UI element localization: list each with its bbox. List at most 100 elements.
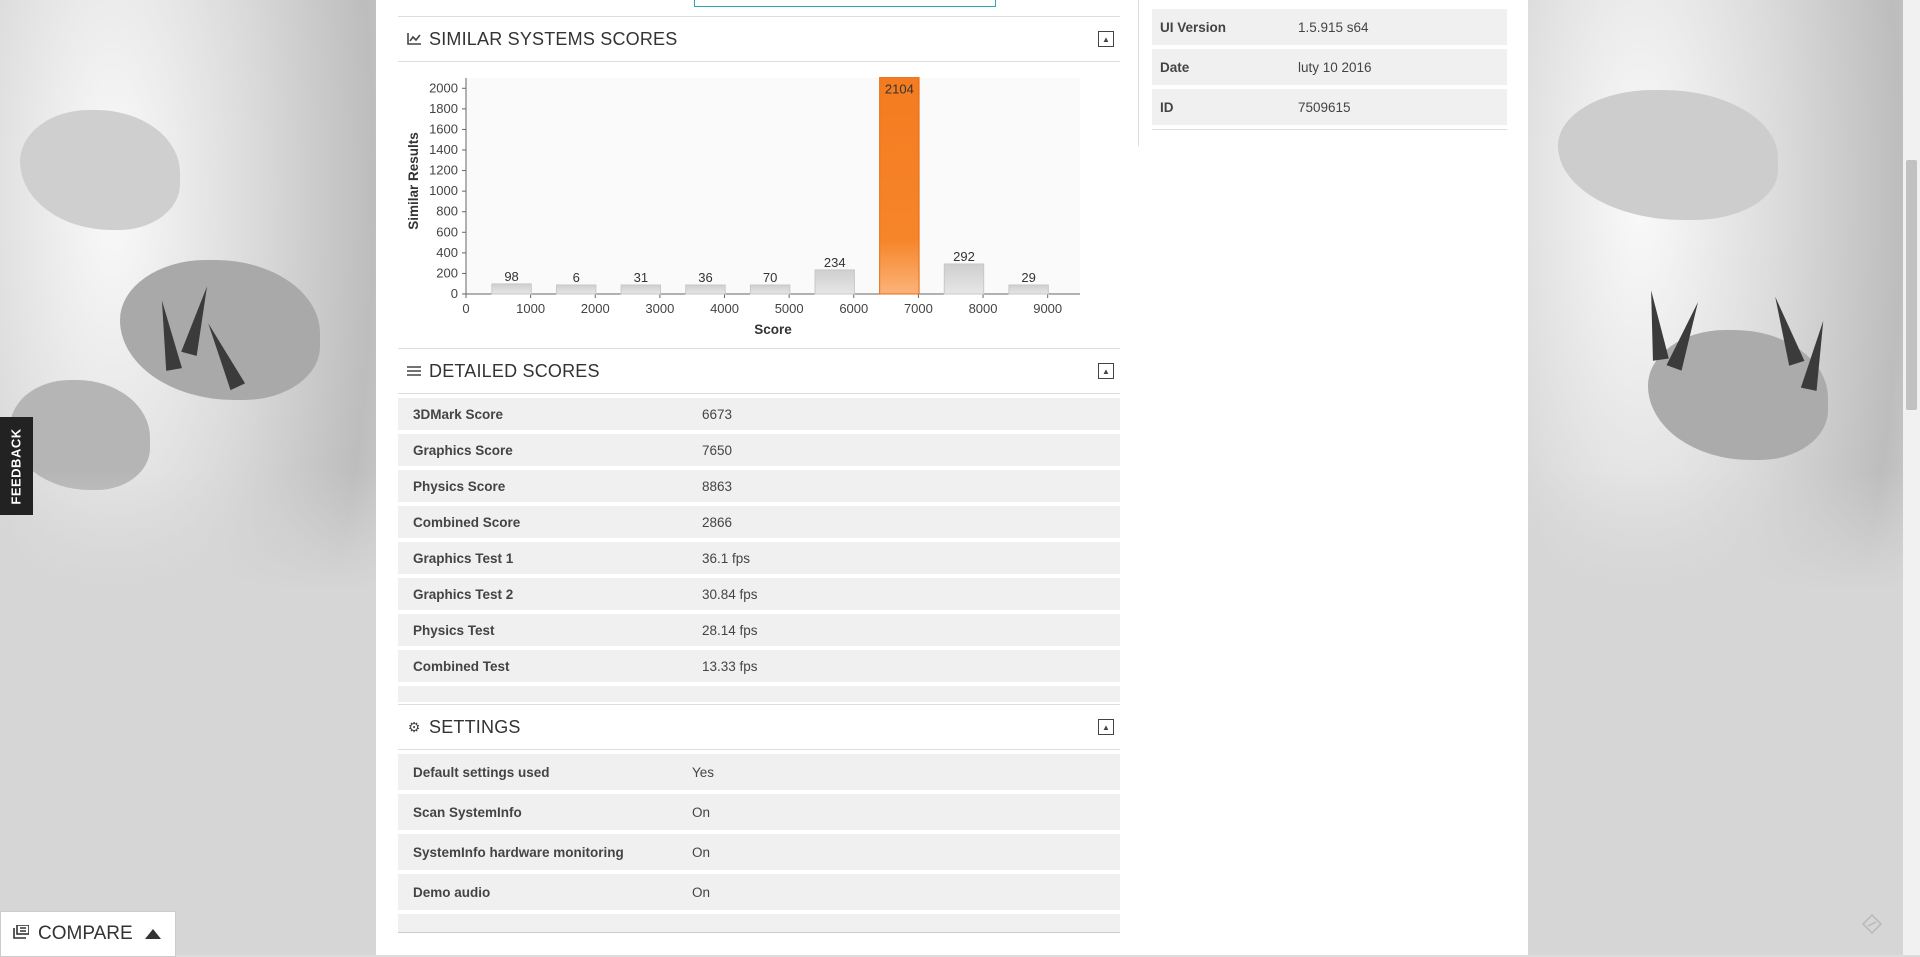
score-label: Graphics Test 1: [413, 550, 514, 566]
score-row: Graphics Score 7650: [398, 434, 1120, 466]
bar: [749, 284, 791, 295]
bar: [620, 284, 662, 295]
x-tick-label: 8000: [969, 301, 998, 316]
search-field-edge[interactable]: [694, 0, 996, 7]
plot-background: [466, 78, 1080, 294]
side-info-label: ID: [1160, 99, 1174, 115]
side-info-row: UI Version 1.5.915 s64: [1152, 9, 1507, 45]
panel-title: DETAILED SCORES: [429, 360, 600, 381]
bar-value-label: 29: [1021, 270, 1035, 285]
bar-highlight: [879, 77, 920, 295]
panel-title: SETTINGS: [429, 716, 521, 737]
x-tick-label: 5000: [775, 301, 804, 316]
bar-value-label: 2104: [885, 82, 914, 97]
x-tick-label: 2000: [581, 301, 610, 316]
bar: [1008, 284, 1049, 295]
compare-button[interactable]: COMPARE: [0, 911, 176, 957]
y-tick-label: 400: [436, 245, 458, 260]
x-tick-label: 0: [462, 301, 469, 316]
bar-value-label: 31: [634, 270, 648, 285]
gear-icon: ⚙: [407, 718, 421, 735]
bar-value-label: 6: [573, 270, 580, 285]
collapse-button[interactable]: ▲: [1098, 719, 1114, 735]
side-info-label: Date: [1160, 59, 1190, 75]
score-label: Combined Score: [413, 514, 521, 530]
side-info-value: 1.5.915 s64: [1298, 19, 1369, 35]
compare-label: COMPARE: [38, 923, 133, 944]
setting-label: Scan SystemInfo: [413, 804, 522, 820]
y-tick-label: 1000: [429, 183, 458, 198]
setting-label: Demo audio: [413, 884, 491, 900]
score-value: 28.14 fps: [702, 622, 758, 638]
bar-value-label: 70: [763, 270, 777, 285]
scrollbar[interactable]: [1903, 0, 1920, 955]
settings-list: Default settings used Yes Scan SystemInfo…: [398, 754, 1120, 933]
chart-svg: 0 200 400 600 800 1000 1200 1400 1600 1800 2000 0 10…: [406, 77, 1080, 337]
column-divider: [1138, 0, 1139, 146]
side-info-row: Date luty 10 2016: [1152, 49, 1507, 85]
setting-label: Default settings used: [413, 764, 550, 780]
score-row: Combined Score 2866: [398, 506, 1120, 538]
score-value: 7650: [702, 442, 733, 458]
y-tick-label: 1800: [429, 101, 458, 116]
collapse-button[interactable]: ▲: [1098, 363, 1114, 379]
side-info-label: UI Version: [1160, 19, 1227, 35]
x-axis-label: Score: [754, 322, 792, 337]
y-tick-label: 2000: [429, 80, 458, 95]
feedback-label: FEEDBACK: [9, 427, 25, 505]
setting-value: Yes: [692, 764, 715, 780]
scrollbar-thumb[interactable]: [1906, 160, 1917, 410]
score-row: Combined Test 13.33 fps: [398, 650, 1120, 682]
y-axis-label: Similar Results: [406, 132, 421, 230]
score-value: 13.33 fps: [702, 658, 758, 674]
score-value: 2866: [702, 514, 733, 530]
score-row: Graphics Test 1 36.1 fps: [398, 542, 1120, 574]
settings-spacer: [398, 914, 1120, 933]
panel-header: DETAILED SCORES ▲: [398, 348, 1120, 394]
similar-scores-chart: 0 200 400 600 800 1000 1200 1400 1600 1800 2000 0 10…: [398, 72, 1120, 342]
panel-title: SIMILAR SYSTEMS SCORES: [429, 28, 678, 49]
score-value: 8863: [702, 478, 733, 494]
line-chart-icon: [406, 31, 422, 47]
setting-value: On: [692, 804, 711, 820]
y-tick-label: 1400: [429, 142, 458, 157]
collapse-button[interactable]: ▲: [1098, 31, 1114, 47]
bar-value-label: 98: [504, 269, 518, 284]
x-tick-label: 4000: [710, 301, 739, 316]
setting-row: SystemInfo hardware monitoring On: [398, 834, 1120, 870]
score-label: Physics Score: [413, 478, 506, 494]
x-tick-label: 1000: [516, 301, 545, 316]
setting-row: Default settings used Yes: [398, 754, 1120, 790]
bar-value-label: 234: [824, 255, 846, 270]
setting-label: SystemInfo hardware monitoring: [413, 844, 624, 860]
chevron-up-icon: [144, 929, 161, 939]
score-row: 3DMark Score 6673: [398, 398, 1120, 430]
setting-value: On: [692, 884, 711, 900]
bar-value-label: 36: [698, 270, 712, 285]
score-value: 30.84 fps: [702, 586, 758, 602]
bar: [685, 284, 726, 295]
score-row: Physics Score 8863: [398, 470, 1120, 502]
setting-value: On: [692, 844, 711, 860]
settings-panel: ⚙ SETTINGS ▲ Default settings used Yes Sc…: [398, 704, 1120, 933]
bar: [555, 284, 597, 295]
x-tick-label: 9000: [1033, 301, 1062, 316]
setting-row: Demo audio On: [398, 874, 1120, 910]
feedback-tab[interactable]: FEEDBACK: [0, 417, 33, 515]
share-icon[interactable]: [1861, 913, 1883, 935]
y-tick-label: 1600: [429, 121, 458, 136]
side-info-value: 7509615: [1298, 99, 1351, 115]
score-label: 3DMark Score: [413, 406, 504, 422]
y-tick-label: 800: [436, 204, 458, 219]
detailed-scores-panel: DETAILED SCORES ▲ 3DMark Score 6673 Graph…: [398, 348, 1120, 702]
score-row-spacer: [398, 686, 1120, 702]
y-tick-label: 200: [436, 265, 458, 280]
score-label: Graphics Test 2: [413, 586, 514, 602]
score-label: Combined Test: [413, 658, 510, 674]
similar-systems-panel: SIMILAR SYSTEMS SCORES ▲: [398, 16, 1120, 62]
detailed-scores-list: 3DMark Score 6673 Graphics Score 7650 Phys…: [398, 398, 1120, 702]
x-tick-label: 6000: [839, 301, 868, 316]
side-info-divider: [1152, 129, 1507, 130]
compare-icon: [13, 923, 30, 944]
y-tick-label: 1200: [429, 163, 458, 178]
